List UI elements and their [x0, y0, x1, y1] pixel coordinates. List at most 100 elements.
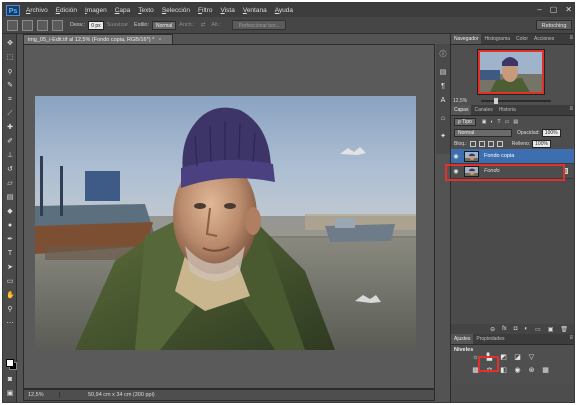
zoom-readout[interactable]: 12,5% [24, 392, 60, 398]
gradient-tool-icon[interactable]: ▤ [6, 194, 14, 201]
filter-smart-object-icon[interactable]: ▤ [513, 119, 518, 125]
quick-mask-icon[interactable]: ◙ [6, 376, 14, 383]
history-brush-tool-icon[interactable]: ↺ [6, 166, 14, 173]
move-tool-icon[interactable]: ✥ [6, 40, 14, 47]
menu-seleccion[interactable]: Selección [162, 7, 190, 14]
screen-mode-icon[interactable]: ▣ [6, 390, 14, 397]
lock-position-icon[interactable] [487, 140, 494, 147]
new-selection-icon[interactable] [22, 19, 33, 31]
layer-style-icon[interactable]: fx [502, 326, 507, 332]
menu-vista[interactable]: Vista [220, 7, 234, 14]
new-adjustment-layer-icon[interactable]: ◐ [524, 326, 528, 332]
panel-menu-icon[interactable]: ≡ [569, 106, 573, 112]
vibrance-icon[interactable]: ▽ [527, 354, 536, 362]
foreground-color-swatch[interactable] [6, 359, 14, 367]
workspace-switcher[interactable]: Retoching [536, 20, 572, 30]
filter-type-icon[interactable]: T [498, 119, 501, 125]
new-layer-icon[interactable]: ▣ [548, 326, 554, 333]
crop-tool-icon[interactable]: ⌗ [6, 96, 14, 103]
tab-history[interactable]: Historia [496, 105, 519, 115]
fill-input[interactable]: 100% [532, 139, 551, 148]
layer-fondo-copia[interactable]: ◉ Fondo copia [451, 149, 574, 164]
brush-tool-icon[interactable]: ✐ [6, 138, 14, 145]
clone-stamp-tool-icon[interactable]: ⊥ [6, 152, 14, 159]
filter-adjustment-icon[interactable]: ◐ [491, 119, 494, 125]
navigator-view-box[interactable] [478, 50, 544, 94]
add-selection-icon[interactable] [37, 19, 48, 31]
healing-brush-tool-icon[interactable]: ✚ [6, 124, 14, 131]
visibility-eye-icon[interactable]: ◉ [451, 153, 461, 160]
eyedropper-tool-icon[interactable]: ⟋ [6, 110, 14, 117]
tab-histogram[interactable]: Histograma [481, 34, 513, 44]
delete-layer-icon[interactable]: 🗑 [560, 326, 568, 333]
channel-mixer-icon[interactable]: ⊛ [527, 367, 536, 375]
menu-archivo[interactable]: Archivo [26, 7, 48, 14]
pen-tool-icon[interactable]: ✒ [6, 236, 14, 243]
shape-tool-icon[interactable]: ▭ [6, 278, 14, 285]
link-layers-icon[interactable]: ⊖ [490, 326, 495, 333]
menu-ayuda[interactable]: Ayuda [275, 7, 293, 14]
style-select[interactable]: Normal [152, 20, 177, 30]
add-mask-icon[interactable]: ◘ [514, 326, 518, 332]
paragraph-icon[interactable]: ¶ [438, 82, 448, 91]
tool-presets-icon[interactable]: ✦ [438, 132, 448, 141]
dodge-tool-icon[interactable]: ● [6, 222, 14, 229]
new-group-icon[interactable]: ▭ [535, 326, 541, 333]
document-tab[interactable]: img_05_i-Edit.tif al 12,5% (Fondo copia,… [23, 34, 173, 44]
tab-layers[interactable]: Capas [451, 105, 472, 115]
lock-all-icon[interactable] [496, 140, 503, 147]
menu-texto[interactable]: Texto [138, 7, 154, 14]
curves-icon[interactable]: ◩ [499, 354, 508, 362]
character-icon[interactable]: A [438, 96, 448, 105]
close-document-icon[interactable]: × [158, 37, 161, 43]
lasso-tool-icon[interactable]: ϙ [6, 68, 14, 75]
minimize-icon[interactable]: – [537, 5, 541, 14]
menu-edicion[interactable]: Edición [56, 7, 77, 14]
tab-navigator[interactable]: Navegador [451, 34, 482, 44]
photo-filter-icon[interactable]: ◉ [513, 367, 522, 375]
close-icon[interactable]: ✕ [565, 5, 572, 14]
quick-selection-tool-icon[interactable]: ✎ [6, 82, 14, 89]
info-icon[interactable]: ⓘ [438, 50, 448, 59]
opacity-input[interactable]: 100% [541, 128, 561, 137]
hand-tool-icon[interactable]: ✋ [6, 292, 15, 299]
clone-source-icon[interactable]: ⌂ [438, 114, 448, 123]
refine-edge-button[interactable]: Perfeccionar bor... [231, 20, 287, 30]
tab-adjustments[interactable]: Ajustes [451, 334, 474, 344]
menu-ventana[interactable]: Ventana [243, 7, 267, 14]
blur-tool-icon[interactable]: ◆ [6, 208, 14, 215]
smooth-checkbox[interactable]: Suavizar [107, 22, 128, 28]
menu-filtro[interactable]: Filtro [198, 7, 212, 14]
tab-actions[interactable]: Acciones [531, 34, 557, 44]
panel-menu-icon[interactable]: ≡ [569, 35, 573, 41]
marquee-tool-icon[interactable]: ⬚ [6, 54, 14, 61]
subtract-selection-icon[interactable] [52, 19, 63, 31]
marquee-tool-preset-icon[interactable] [7, 19, 18, 31]
type-tool-icon[interactable]: T [6, 250, 14, 257]
navigator-zoom-knob[interactable] [494, 98, 499, 104]
layer-filter-select[interactable]: ρ Tipo [454, 117, 476, 126]
tab-properties[interactable]: Propiedades [473, 334, 507, 344]
filter-shape-icon[interactable]: ▭ [505, 119, 510, 125]
zoom-tool-icon[interactable]: ⚲ [6, 306, 14, 313]
layer-name[interactable]: Fondo copia [484, 153, 514, 159]
edit-toolbar-icon[interactable]: ⋯ [6, 320, 14, 327]
feather-input[interactable]: 0 px [88, 20, 104, 30]
exposure-icon[interactable]: ◪ [513, 354, 522, 362]
eraser-tool-icon[interactable]: ▱ [6, 180, 14, 187]
menu-imagen[interactable]: Imagen [85, 7, 107, 14]
path-selection-tool-icon[interactable]: ➤ [6, 264, 14, 271]
black-white-icon[interactable]: ◧ [499, 367, 508, 375]
navigator-zoom-slider[interactable] [481, 98, 551, 104]
canvas-area[interactable] [23, 44, 435, 389]
brush-presets-icon[interactable]: ▤ [438, 68, 448, 77]
swap-icon[interactable]: ⇄ [201, 22, 206, 28]
color-lookup-icon[interactable]: ▦ [541, 367, 550, 375]
tab-color[interactable]: Color [513, 34, 531, 44]
tab-channels[interactable]: Canales [471, 105, 495, 115]
lock-transparent-icon[interactable] [469, 140, 476, 147]
filter-pixel-icon[interactable]: ▣ [482, 119, 487, 125]
maximize-icon[interactable]: ▢ [550, 5, 558, 14]
blend-mode-select[interactable]: Normal [454, 128, 512, 137]
lock-image-icon[interactable] [478, 140, 485, 147]
